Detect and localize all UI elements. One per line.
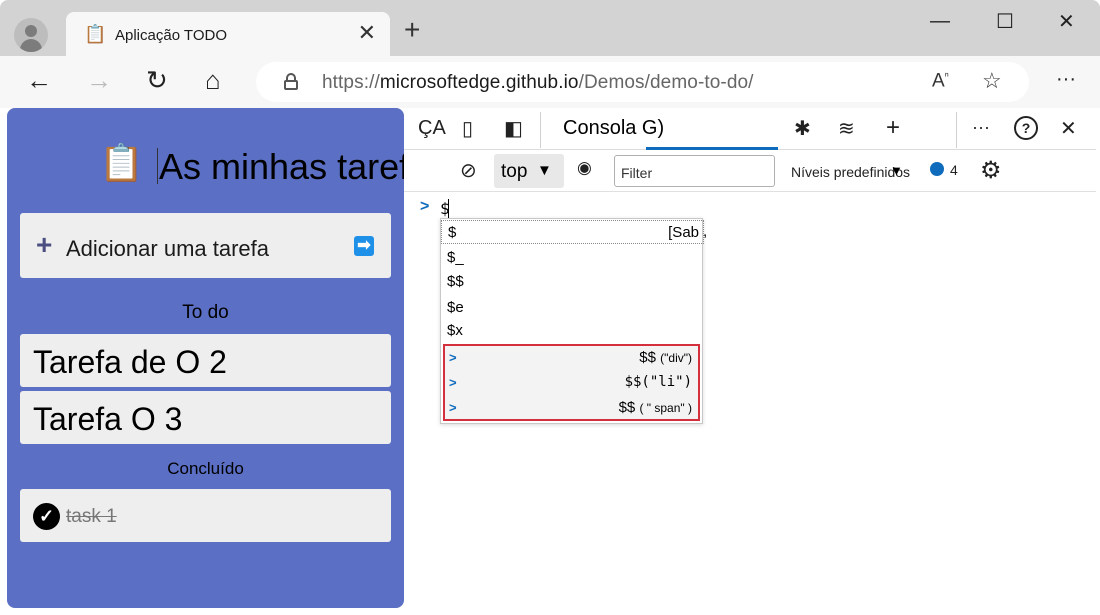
- profile-avatar-icon[interactable]: [14, 18, 48, 52]
- filter-placeholder: Filter: [621, 165, 653, 181]
- issues-bug-icon[interactable]: ✱: [794, 116, 811, 141]
- back-icon[interactable]: ←: [26, 66, 52, 94]
- input-caret: [448, 199, 449, 218]
- todo-app: 📋 As minhas tarefas + Adicionar uma tare…: [7, 108, 447, 608]
- autocomplete-item[interactable]: $x: [441, 319, 704, 343]
- autocomplete-item-label: $$: [447, 273, 464, 290]
- maximize-icon[interactable]: ☐: [996, 9, 1014, 34]
- autocomplete-item[interactable]: $ [Sab: [441, 220, 704, 244]
- history-item[interactable]: > $$ ( " span" ): [445, 397, 698, 422]
- console-settings-gear-icon[interactable]: ⚙: [980, 156, 1002, 185]
- history-chevron-icon: >: [449, 350, 457, 365]
- autocomplete-item-label: $e: [447, 299, 464, 316]
- history-item[interactable]: > $$ ("div"): [445, 347, 698, 372]
- close-window-icon[interactable]: ✕: [1058, 9, 1075, 34]
- address-toolbar: ← → ↻ ⌂ https://microsoftedge.github.io/…: [0, 56, 1100, 108]
- context-select-value: top: [501, 161, 528, 182]
- submit-arrow-icon[interactable]: ➡: [354, 236, 374, 256]
- done-task-label: task 1: [66, 506, 117, 527]
- more-tools-icon[interactable]: ···: [972, 117, 990, 138]
- tab-title: Aplicação TODO: [115, 27, 227, 44]
- home-icon[interactable]: ⌂: [205, 66, 221, 94]
- dropdown-arrow-icon: ▼: [537, 162, 552, 179]
- autocomplete-item-label: $x: [447, 322, 463, 339]
- prompt-chevron-icon: >: [420, 198, 430, 215]
- history-item-label: $$("li"): [624, 374, 692, 390]
- dock-sidebar-icon[interactable]: ◧: [504, 116, 523, 141]
- tab-console[interactable]: Consola G): [550, 108, 780, 150]
- autocomplete-item[interactable]: $_: [441, 246, 704, 270]
- checkmark-icon[interactable]: ✓: [33, 503, 60, 530]
- live-expression-eye-icon[interactable]: ◉: [577, 158, 592, 178]
- device-emulation-icon[interactable]: ▯: [462, 116, 473, 141]
- add-task-label: Adicionar uma tarefa: [66, 236, 269, 261]
- history-suggestions-highlight: > $$ ("div") > $$("li") > $$ ( " span" ): [443, 344, 700, 421]
- autocomplete-item[interactable]: $e: [441, 296, 704, 320]
- autocomplete-item[interactable]: $$: [441, 270, 704, 294]
- history-item-label: $$ ( " span" ): [618, 399, 692, 416]
- task-item[interactable]: Tarefa O 3: [20, 391, 391, 444]
- filter-input[interactable]: Filter: [614, 155, 775, 187]
- devtools-panel: ÇA ▯ ◧ Consola G) ✱ ≋ + ··· ? ✕ ⊘ top ▼ …: [404, 108, 1096, 608]
- plus-icon: +: [36, 229, 53, 260]
- add-task-button[interactable]: + Adicionar uma tarefa ➡: [20, 213, 391, 278]
- inspect-element-icon[interactable]: ÇA: [418, 117, 446, 140]
- devtools-tabbar: ÇA ▯ ◧ Consola G) ✱ ≋ + ··· ? ✕: [404, 108, 1096, 150]
- network-wifi-icon[interactable]: ≋: [838, 116, 855, 141]
- read-aloud-icon[interactable]: Aⁿ: [932, 70, 949, 92]
- messages-icon[interactable]: [930, 162, 944, 176]
- lock-icon[interactable]: [284, 73, 298, 90]
- autocomplete-hint: [Sab: [668, 224, 699, 241]
- done-task-item[interactable]: ✓ task 1: [20, 489, 391, 542]
- autocomplete-trailing-text: ,: [703, 223, 708, 240]
- separator: [956, 112, 957, 148]
- autocomplete-item-label: $: [448, 224, 457, 241]
- refresh-icon[interactable]: ↻: [146, 66, 168, 94]
- browser-tab[interactable]: 📋 Aplicação TODO ✕: [66, 12, 390, 56]
- favorite-star-icon[interactable]: ☆: [982, 68, 1002, 94]
- close-devtools-icon[interactable]: ✕: [1060, 116, 1077, 141]
- minimize-icon[interactable]: —: [930, 10, 950, 33]
- history-chevron-icon: >: [449, 400, 457, 415]
- todo-heading: To do: [182, 302, 229, 323]
- task-item[interactable]: Tarefa de O 2: [20, 334, 391, 387]
- browser-menu-icon[interactable]: ···: [1056, 68, 1076, 91]
- clipboard-icon: 📋: [99, 142, 144, 183]
- console-filterbar: ⊘ top ▼ ◉ Filter Níveis predefinidos ▼ 4…: [404, 150, 1096, 192]
- task-label: Tarefa de O 2: [33, 344, 227, 380]
- autocomplete-item-label: $_: [447, 249, 464, 266]
- context-select[interactable]: top ▼: [494, 154, 564, 188]
- tab-favicon-icon: 📋: [84, 24, 107, 44]
- dropdown-arrow-icon[interactable]: ▼: [890, 163, 903, 178]
- history-item-label: $$ ("div"): [639, 349, 692, 366]
- title-bar: 📋 Aplicação TODO ✕ + — ☐ ✕: [0, 0, 1100, 56]
- separator: [540, 112, 541, 148]
- forward-icon[interactable]: →: [86, 66, 112, 94]
- new-tab-icon[interactable]: +: [404, 16, 420, 44]
- add-tool-icon[interactable]: +: [886, 114, 900, 142]
- history-chevron-icon: >: [449, 375, 457, 390]
- help-icon[interactable]: ?: [1014, 116, 1038, 140]
- clear-console-icon[interactable]: ⊘: [460, 158, 477, 183]
- address-bar[interactable]: https://microsoftedge.github.io/Demos/de…: [256, 62, 1029, 102]
- message-count[interactable]: 4: [950, 162, 958, 178]
- done-heading: Concluído: [167, 459, 244, 478]
- close-tab-icon[interactable]: ✕: [358, 22, 376, 44]
- console-tab-label: Consola G): [563, 117, 665, 139]
- history-item[interactable]: > $$("li"): [445, 372, 698, 397]
- text-cursor: [157, 148, 158, 184]
- url-text[interactable]: https://microsoftedge.github.io/Demos/de…: [322, 72, 754, 94]
- task-label: Tarefa O 3: [33, 401, 183, 437]
- autocomplete-dropdown: $ [Sab $_ $$ $e $x > $$ ("div") > $$("li…: [440, 218, 704, 424]
